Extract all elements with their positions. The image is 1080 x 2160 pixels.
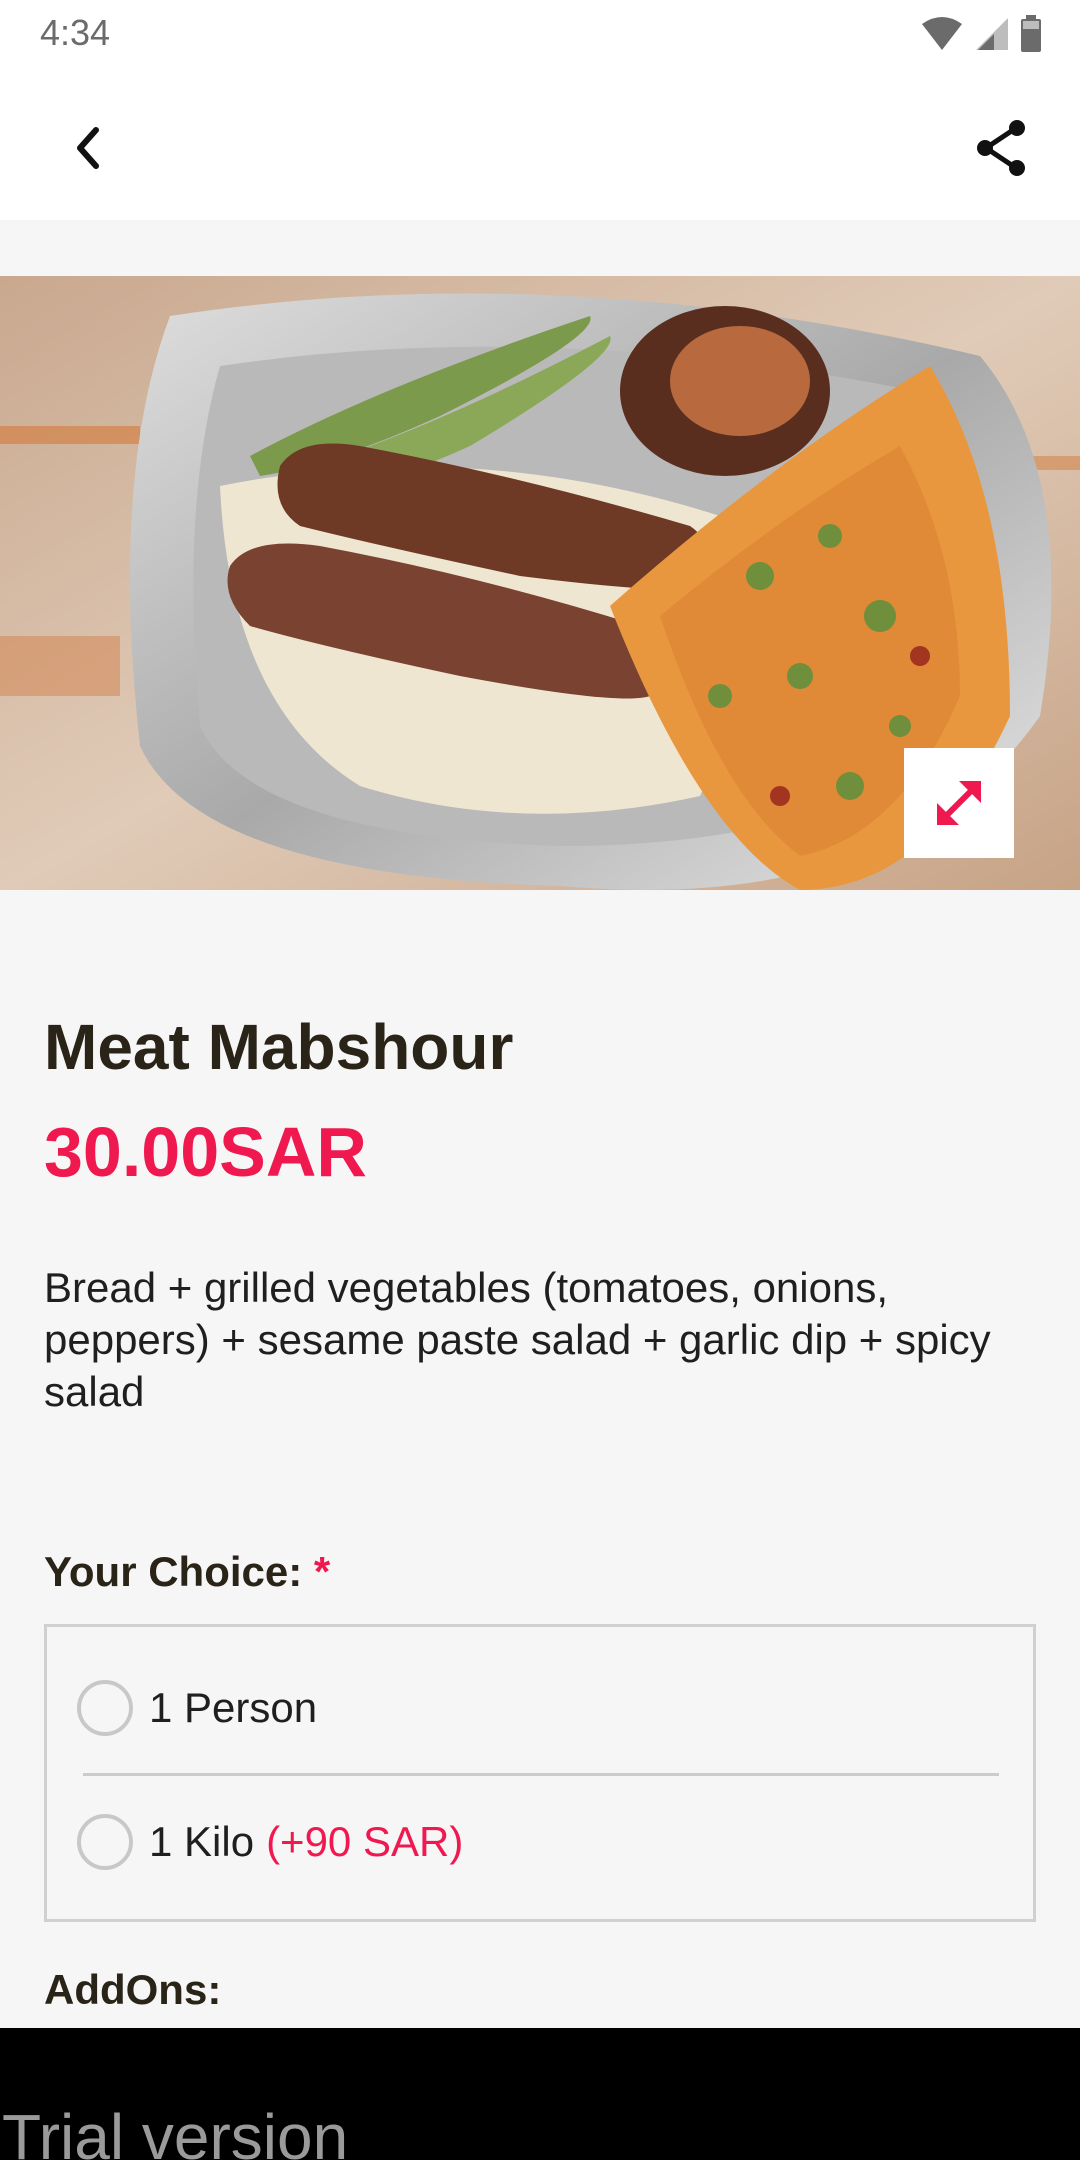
- status-icons: [920, 14, 1042, 54]
- expand-image-button[interactable]: [904, 748, 1014, 858]
- choice-heading-label: Your Choice:: [44, 1548, 303, 1595]
- choice-options: 1 Person 1 Kilo (+90 SAR): [44, 1624, 1036, 1922]
- option-extra-price: (+90 SAR): [266, 1818, 464, 1865]
- product-price: 30.00SAR: [44, 1113, 367, 1191]
- trial-text: Trial version: [2, 2101, 349, 2160]
- radio-button[interactable]: [77, 1680, 133, 1736]
- product-title: Meat Mabshour: [44, 1011, 514, 1083]
- chevron-left-icon: [77, 127, 99, 169]
- product-description: Bread + grilled vegetables (tomatoes, on…: [44, 1264, 991, 1415]
- status-bar: 4:34: [0, 0, 1080, 68]
- required-marker: *: [313, 1548, 331, 1595]
- app-bar: [0, 68, 1080, 220]
- option-label: 1 Kilo: [149, 1818, 255, 1865]
- wifi-icon: [922, 17, 962, 50]
- share-button[interactable]: [964, 110, 1040, 186]
- back-button[interactable]: [50, 110, 126, 186]
- signal-icon: [976, 18, 1008, 50]
- choice-heading: Your Choice: *: [44, 1548, 330, 1596]
- addons-heading: AddOns:: [44, 1966, 222, 2013]
- option-1-person[interactable]: 1 Person: [77, 1663, 1017, 1753]
- option-label: 1 Person: [149, 1684, 318, 1731]
- battery-icon: [1021, 15, 1041, 52]
- trial-banner: Trial version: [0, 2028, 1080, 2160]
- option-divider: [83, 1773, 999, 1776]
- option-1-kilo[interactable]: 1 Kilo (+90 SAR): [77, 1797, 1017, 1887]
- radio-button[interactable]: [77, 1814, 133, 1870]
- share-icon: [977, 120, 1025, 176]
- status-time: 4:34: [40, 12, 111, 53]
- expand-icon: [936, 780, 982, 826]
